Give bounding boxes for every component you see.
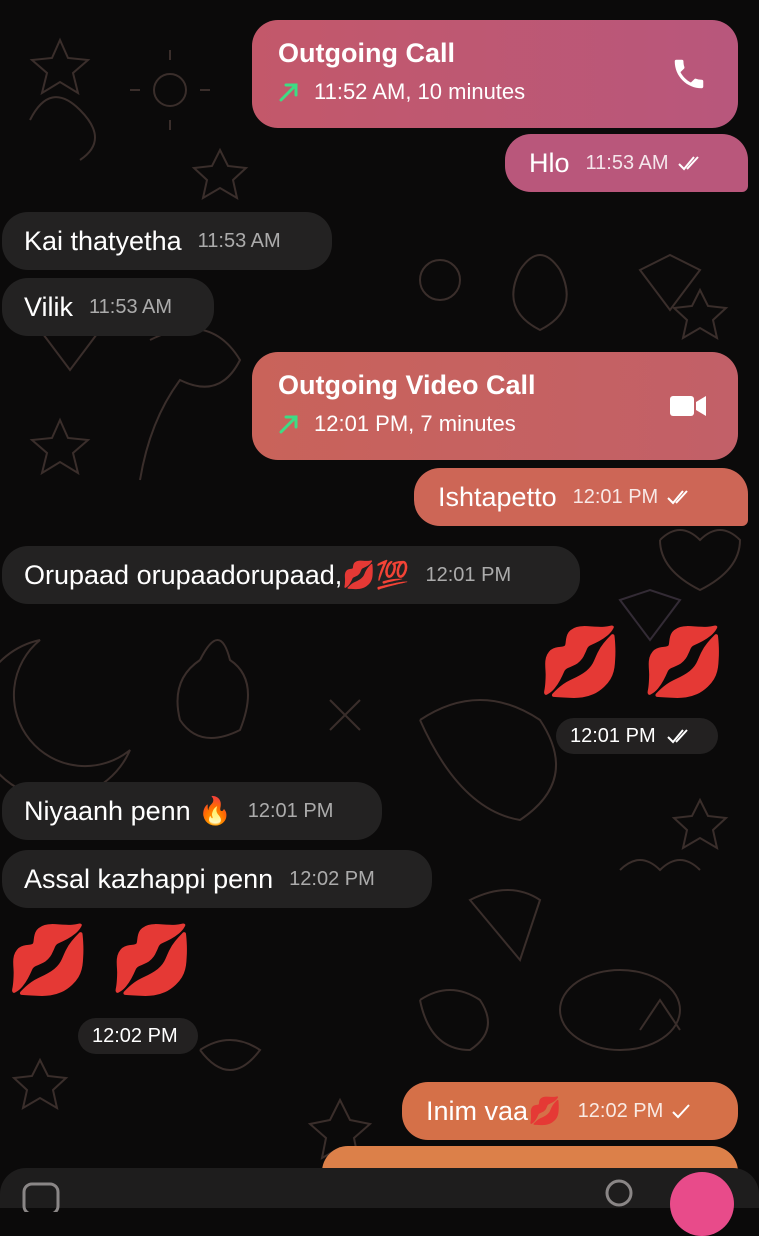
outgoing-message[interactable]: Hlo 11:53 AM [505,134,748,192]
double-check-icon [677,156,699,171]
message-text: Ishtapetto [438,481,557,512]
call-meta-text: 12:01 PM, 7 minutes [314,411,516,436]
outgoing-video-call-card[interactable]: Outgoing Video Call 12:01 PM, 7 minutes [252,352,738,460]
incoming-message[interactable]: Kai thatyetha 11:53 AM [2,212,332,270]
outgoing-arrow-icon [279,83,298,102]
message-text: Vilik [24,291,74,322]
incoming-message[interactable]: Vilik 11:53 AM [2,278,214,336]
emoji-timestamp: 12:02 PM [78,1018,198,1054]
outgoing-message[interactable]: Ishtapetto 12:01 PM [414,468,748,526]
call-meta: 11:52 AM, 10 minutes [278,79,712,105]
call-title: Outgoing Video Call [278,370,536,400]
emoji-icon[interactable] [22,1180,62,1212]
outgoing-message[interactable]: Inim vaa💋 12:02 PM [402,1082,738,1140]
incoming-message[interactable]: Orupaad orupaadorupaad,💋💯 12:01 PM [2,546,580,604]
message-time: 11:53 AM [197,229,281,252]
message-time: 11:53 AM [89,295,173,318]
message-time: 12:01 PM [247,799,334,822]
message-time: 12:01 PM [572,485,659,508]
message-text: Niyaanh penn 🔥 [24,796,232,826]
video-camera-icon[interactable] [668,391,708,421]
double-check-icon [666,729,688,744]
emoji-message-outgoing[interactable]: 💋 💋 [538,622,726,702]
message-text: Kai thatyetha [24,225,182,256]
emoji-text: 💋 💋 [6,922,195,998]
mic-button[interactable] [670,1172,734,1236]
double-check-icon [667,490,688,505]
message-text: Orupaad orupaadorupaad,💋💯 [24,560,410,590]
call-meta: 12:01 PM, 7 minutes [278,411,712,437]
incoming-message[interactable]: Niyaanh penn 🔥 12:01 PM [2,782,382,840]
call-title: Outgoing Call [278,38,455,68]
message-time: 12:01 PM [570,724,656,747]
emoji-message-incoming[interactable]: 💋 💋 [6,920,194,1000]
message-time: 11:53 AM [585,151,669,174]
message-input-bar[interactable] [0,1168,759,1236]
message-time: 12:02 PM [289,867,375,890]
message-time: 12:02 PM [92,1024,178,1047]
single-check-icon [672,1104,691,1119]
outgoing-arrow-icon [279,415,298,434]
chat-messages[interactable]: Outgoing Call 11:52 AM, 10 minutes Hlo 1… [0,0,759,1236]
phone-icon[interactable] [670,55,708,93]
outgoing-call-card[interactable]: Outgoing Call 11:52 AM, 10 minutes [252,20,738,128]
message-text: Hlo [529,147,570,178]
message-time: 12:01 PM [425,563,512,586]
message-text: Inim vaa💋 [426,1096,562,1126]
attach-icon[interactable] [604,1178,634,1210]
emoji-timestamp: 12:01 PM [556,718,718,754]
message-time: 12:02 PM [577,1099,664,1122]
call-meta-text: 11:52 AM, 10 minutes [314,79,526,104]
message-text: Assal kazhappi penn [24,863,274,894]
incoming-message[interactable]: Assal kazhappi penn 12:02 PM [2,850,432,908]
emoji-text: 💋 💋 [538,624,727,700]
